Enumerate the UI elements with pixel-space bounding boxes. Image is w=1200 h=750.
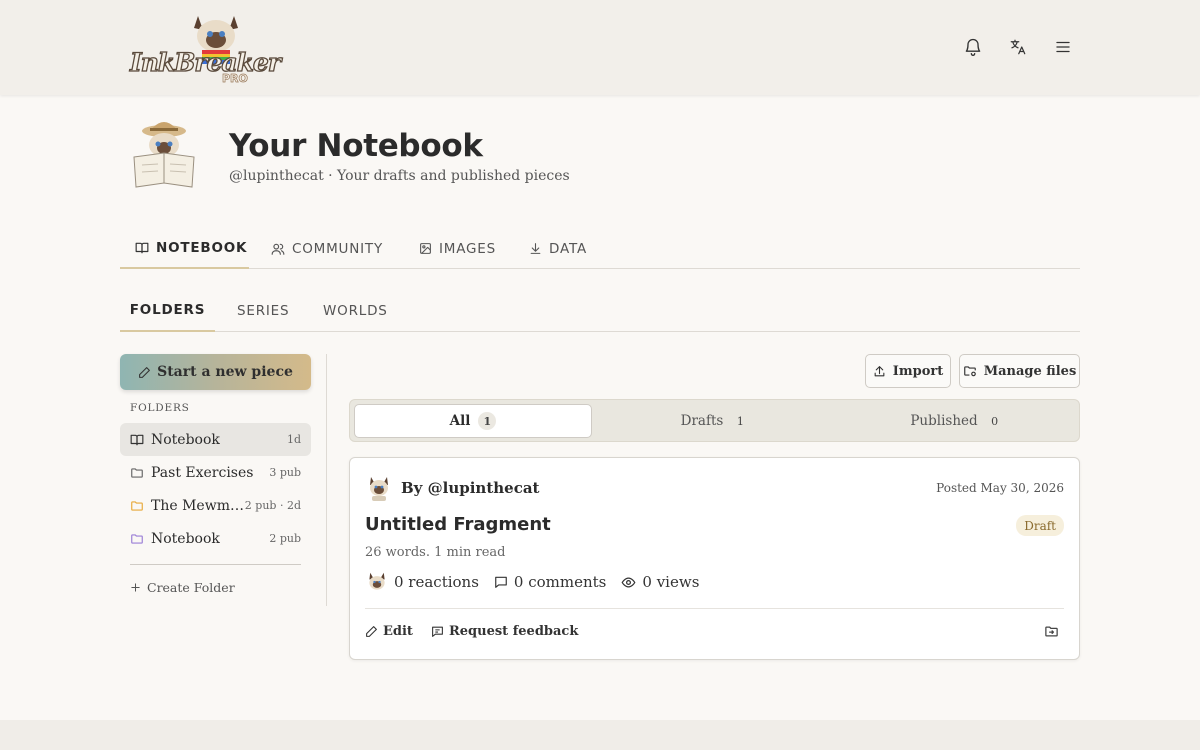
create-folder-button[interactable]: Create Folder bbox=[130, 580, 235, 595]
reactions-count: 0 reactions bbox=[394, 573, 479, 591]
folders-heading: FOLDERS bbox=[130, 402, 190, 414]
folder-item-notebook-2[interactable]: Notebook 2 pub bbox=[120, 522, 311, 555]
folder-name: The Mewmer... bbox=[151, 497, 245, 514]
footer bbox=[0, 720, 1200, 750]
tab-notebook[interactable]: NOTEBOOK bbox=[120, 228, 249, 269]
folder-meta: 3 pub bbox=[269, 466, 301, 479]
folder-name: Notebook bbox=[151, 431, 220, 448]
edit-label: Edit bbox=[383, 624, 413, 639]
tab-community[interactable]: COMMUNITY bbox=[271, 228, 383, 269]
folder-cog-icon bbox=[963, 366, 976, 377]
menu-icon[interactable] bbox=[1052, 36, 1074, 58]
tab-label: DATA bbox=[549, 240, 587, 257]
post-date: Posted May 30, 2026 bbox=[936, 481, 1064, 495]
import-label: Import bbox=[892, 363, 944, 379]
top-header: InkBreaker PRO bbox=[0, 0, 1200, 95]
filter-label: Published bbox=[910, 413, 978, 429]
book-icon bbox=[135, 242, 149, 253]
manage-files-button[interactable]: Manage files bbox=[959, 354, 1080, 388]
import-button[interactable]: Import bbox=[865, 354, 951, 388]
filter-drafts[interactable]: Drafts 1 bbox=[596, 404, 834, 438]
request-feedback-button[interactable]: Request feedback bbox=[431, 624, 578, 639]
message-icon bbox=[432, 626, 443, 637]
page-title: Your Notebook bbox=[229, 128, 483, 164]
piece-card[interactable]: By @lupinthecat Posted May 30, 2026 Unti… bbox=[349, 457, 1080, 660]
avatar bbox=[128, 117, 200, 189]
status-badge: Draft bbox=[1016, 515, 1064, 536]
logo-wordmark: InkBreaker bbox=[129, 47, 281, 77]
filter-label: Drafts bbox=[680, 413, 724, 429]
tab-label: COMMUNITY bbox=[292, 240, 384, 257]
logo[interactable]: InkBreaker PRO bbox=[129, 10, 282, 88]
folder-icon bbox=[131, 467, 143, 478]
views-stat: 0 views bbox=[621, 573, 699, 591]
cat-reaction-icon bbox=[369, 572, 385, 590]
tab-data[interactable]: DATA bbox=[529, 228, 587, 269]
count-badge: 1 bbox=[478, 412, 497, 430]
divider bbox=[326, 354, 327, 606]
book-icon bbox=[130, 434, 144, 445]
folder-name: Past Exercises bbox=[151, 464, 254, 481]
filter-all[interactable]: All 1 bbox=[354, 404, 592, 438]
tab-label: IMAGES bbox=[439, 240, 496, 257]
tab-folders[interactable]: FOLDERS bbox=[120, 290, 215, 332]
manage-files-label: Manage files bbox=[983, 363, 1077, 379]
folder-item-past-exercises[interactable]: Past Exercises 3 pub bbox=[120, 456, 311, 489]
folder-icon bbox=[131, 533, 143, 544]
folder-meta: 2 pub · 2d bbox=[244, 499, 301, 512]
edit-button[interactable]: Edit bbox=[365, 624, 413, 639]
download-icon bbox=[530, 243, 541, 254]
tab-label: NOTEBOOK bbox=[156, 239, 248, 256]
folder-item-the-mewmer[interactable]: The Mewmer... 2 pub · 2d bbox=[120, 489, 311, 522]
views-count: 0 views bbox=[642, 573, 700, 591]
piece-meta: 26 words. 1 min read bbox=[365, 545, 506, 560]
translate-icon[interactable] bbox=[1007, 36, 1029, 58]
filter-published[interactable]: Published 0 bbox=[838, 404, 1076, 438]
image-icon bbox=[420, 243, 431, 254]
eye-icon bbox=[621, 576, 636, 588]
request-feedback-label: Request feedback bbox=[448, 624, 579, 639]
new-piece-button[interactable]: Start a new piece bbox=[120, 354, 311, 390]
comments-stat[interactable]: 0 comments bbox=[494, 573, 606, 591]
folder-icon bbox=[131, 500, 143, 511]
filter-label: All bbox=[449, 413, 471, 429]
folder-name: Notebook bbox=[151, 530, 220, 547]
folder-meta: 1d bbox=[286, 433, 301, 446]
sub-tabs: FOLDERS SERIES WORLDS bbox=[120, 290, 1080, 332]
count-badge: 1 bbox=[736, 414, 744, 428]
divider bbox=[130, 564, 301, 565]
move-to-folder-icon[interactable] bbox=[1044, 624, 1059, 639]
count-badge: 0 bbox=[991, 414, 999, 428]
comment-icon bbox=[495, 576, 507, 588]
main-tabs: NOTEBOOK COMMUNITY IMAGES DATA bbox=[120, 228, 1080, 269]
users-icon bbox=[271, 243, 285, 255]
upload-icon bbox=[874, 365, 885, 376]
logo-pro-badge: PRO bbox=[222, 72, 249, 86]
new-piece-label: Start a new piece bbox=[157, 364, 293, 380]
plus-icon bbox=[131, 583, 140, 592]
folder-item-notebook[interactable]: Notebook 1d bbox=[120, 423, 311, 456]
author-name[interactable]: By @lupinthecat bbox=[401, 479, 539, 497]
piece-title[interactable]: Untitled Fragment bbox=[365, 514, 551, 535]
folder-meta: 2 pub bbox=[269, 532, 301, 545]
divider bbox=[365, 608, 1064, 609]
tab-worlds[interactable]: WORLDS bbox=[323, 290, 388, 332]
piece-stats: 0 reactions 0 comments 0 views bbox=[366, 571, 699, 593]
bell-icon[interactable] bbox=[962, 36, 984, 58]
create-folder-label: Create Folder bbox=[147, 580, 235, 595]
pencil-icon bbox=[139, 366, 151, 378]
status-filter: All 1 Drafts 1 Published 0 bbox=[349, 399, 1080, 442]
cat-avatar-icon bbox=[370, 477, 388, 501]
card-actions: Edit Request feedback bbox=[365, 624, 578, 639]
reactions-stat[interactable]: 0 reactions bbox=[366, 571, 479, 593]
pencil-icon bbox=[366, 626, 377, 637]
comments-count: 0 comments bbox=[513, 573, 607, 591]
page-subtitle: @lupinthecat · Your drafts and published… bbox=[229, 168, 570, 184]
tab-series[interactable]: SERIES bbox=[237, 290, 289, 332]
tab-images[interactable]: IMAGES bbox=[419, 228, 496, 269]
card-author: By @lupinthecat bbox=[366, 475, 539, 501]
